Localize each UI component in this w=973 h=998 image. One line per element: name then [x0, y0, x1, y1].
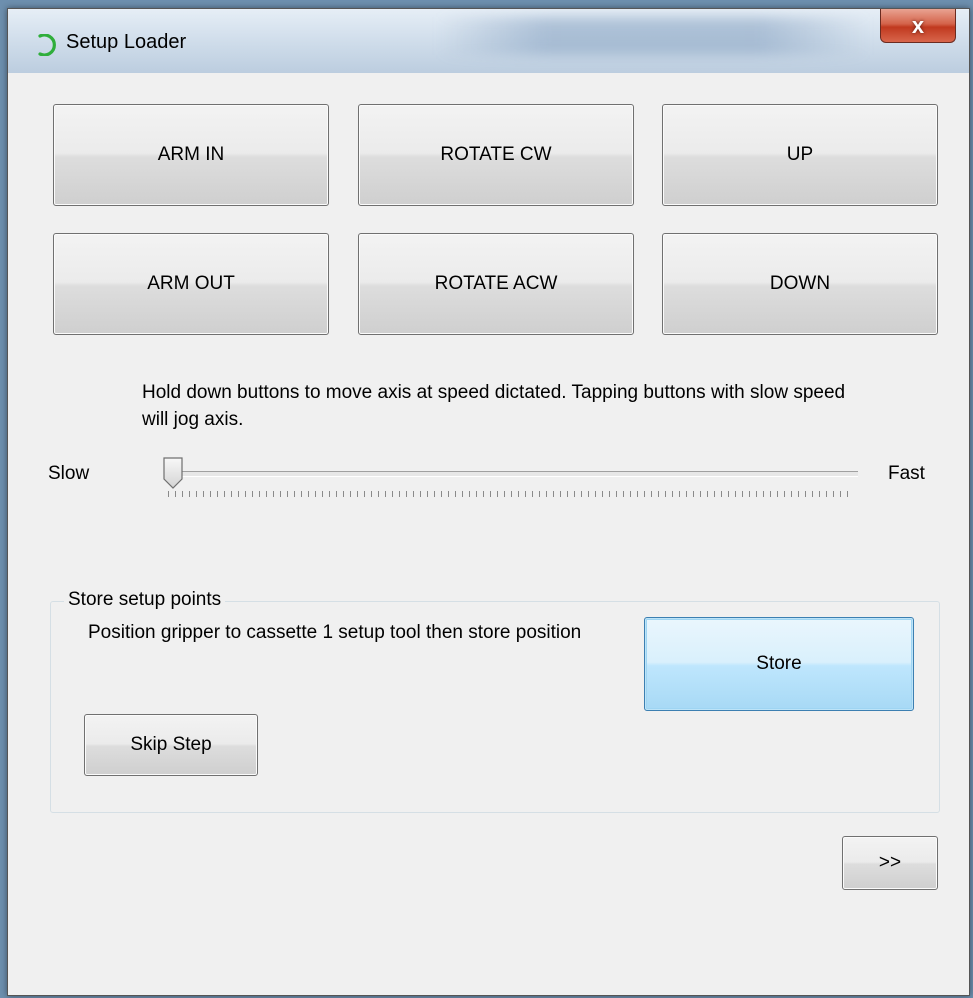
store-instruction-text: Position gripper to cassette 1 setup too… [88, 622, 582, 643]
speed-min-label: Slow [48, 463, 90, 484]
arm-in-button[interactable]: ARM IN [53, 104, 329, 206]
next-button[interactable]: >> [842, 836, 938, 890]
down-button[interactable]: DOWN [662, 233, 938, 335]
title-bar[interactable]: Setup Loader x [8, 9, 969, 74]
title-bar-background-blur [438, 17, 868, 55]
rotate-cw-button[interactable]: ROTATE CW [358, 104, 634, 206]
store-button[interactable]: Store [644, 617, 914, 711]
speed-slider-ticks [168, 491, 853, 497]
rotate-acw-button[interactable]: ROTATE ACW [358, 233, 634, 335]
jog-instructions: Hold down buttons to move axis at speed … [142, 382, 846, 430]
close-button[interactable]: x [880, 9, 956, 43]
store-setup-points-legend: Store setup points [64, 589, 226, 611]
speed-max-label: Fast [888, 463, 925, 484]
speed-slider-thumb[interactable] [162, 457, 184, 489]
arm-out-button[interactable]: ARM OUT [53, 233, 329, 335]
app-icon [38, 34, 56, 56]
client-area: ARM IN ROTATE CW UP ARM OUT ROTATE ACW D… [8, 73, 969, 995]
window-title: Setup Loader [66, 31, 187, 53]
up-button[interactable]: UP [662, 104, 938, 206]
setup-loader-window: Setup Loader x ARM IN ROTATE CW UP ARM O… [7, 8, 970, 996]
speed-slider-track[interactable] [168, 471, 858, 477]
skip-step-button[interactable]: Skip Step [84, 714, 258, 776]
close-icon: x [911, 12, 925, 38]
